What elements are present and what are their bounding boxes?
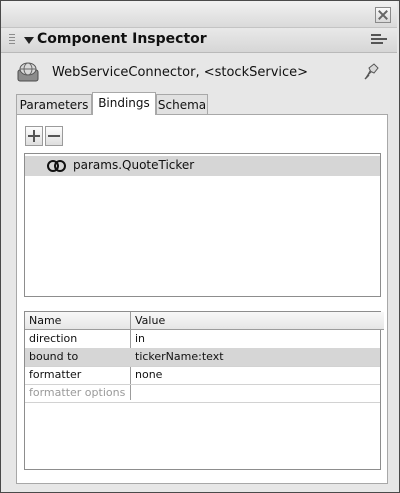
property-name: direction <box>29 332 78 345</box>
gripper-icon[interactable] <box>9 34 15 46</box>
table-row[interactable]: direction in <box>25 330 380 349</box>
pin-icon[interactable] <box>362 62 382 82</box>
table-row[interactable]: formatter none <box>25 366 380 385</box>
component-summary: WebServiceConnector, <stockService> <box>16 60 388 86</box>
table-row[interactable]: bound to tickerName:text <box>25 348 380 367</box>
tab-schema[interactable]: Schema <box>156 94 208 115</box>
binding-properties-table: Name Value direction in bound to tickerN… <box>24 311 384 470</box>
table-row: formatter options <box>25 384 380 403</box>
binding-label: params.QuoteTicker <box>73 158 195 172</box>
property-name: bound to <box>29 350 79 363</box>
tab-parameters[interactable]: Parameters <box>16 94 92 115</box>
property-name: formatter options <box>29 386 126 399</box>
component-name: WebServiceConnector, <stockService> <box>52 65 309 80</box>
property-value[interactable]: tickerName:text <box>131 348 380 366</box>
binding-row[interactable]: params.QuoteTicker <box>25 156 380 176</box>
tab-bindings[interactable]: Bindings <box>92 92 156 115</box>
property-value[interactable]: none <box>131 366 380 384</box>
bindings-list: params.QuoteTicker <box>24 153 381 297</box>
add-binding-icon[interactable] <box>25 126 43 146</box>
binding-link-icon <box>47 160 66 172</box>
column-header-name: Name <box>25 312 134 330</box>
web-service-component-icon <box>17 62 39 82</box>
column-header-value: Value <box>131 312 384 330</box>
property-value[interactable]: in <box>131 330 380 348</box>
window-title-bar <box>1 1 397 28</box>
options-menu-icon[interactable] <box>371 34 387 46</box>
property-value <box>131 384 380 402</box>
close-icon[interactable] <box>375 7 391 23</box>
property-name: formatter <box>29 368 82 381</box>
panel-title: Component Inspector <box>37 31 207 47</box>
remove-binding-icon[interactable] <box>45 126 63 146</box>
panel-header[interactable]: Component Inspector <box>1 28 397 53</box>
collapse-arrow-icon[interactable] <box>24 37 34 44</box>
